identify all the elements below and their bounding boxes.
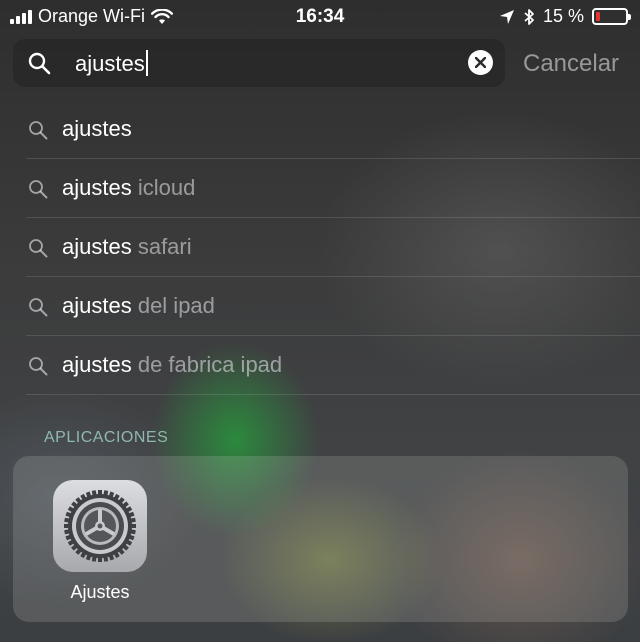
app-label: Ajustes (70, 582, 130, 602)
suggestion-item[interactable]: ajustes icloud (26, 159, 640, 218)
suggestion-text: ajustes (62, 116, 132, 141)
search-icon (29, 121, 48, 140)
battery-percent: 15 % (542, 6, 584, 26)
search-icon (29, 239, 48, 258)
location-arrow-icon (499, 9, 514, 24)
suggestion-text: ajustes safari (62, 234, 192, 259)
cancel-button[interactable]: Cancelar (523, 50, 619, 78)
search-input[interactable]: ajustes (75, 50, 148, 77)
app-ajustes[interactable]: Ajustes (53, 480, 147, 603)
battery-icon (592, 8, 631, 25)
search-field[interactable]: ajustes (13, 39, 505, 87)
status-right: 15 % (499, 6, 631, 27)
suggestion-item[interactable]: ajustes (26, 100, 640, 159)
close-icon (475, 57, 486, 68)
text-cursor (145, 50, 148, 76)
search-query-text: ajustes (75, 51, 145, 76)
battery-fill (596, 12, 600, 21)
applications-card: Ajustes (13, 456, 628, 622)
search-icon (29, 357, 48, 376)
search-icon (28, 52, 51, 75)
search-icon (29, 180, 48, 199)
suggestion-item[interactable]: ajustes del ipad (26, 277, 640, 336)
gear-icon (64, 490, 136, 562)
clear-search-button[interactable] (468, 50, 493, 75)
suggestions-list: ajustes ajustes icloud ajustes safari aj… (0, 100, 640, 395)
suggestion-text: ajustes de fabrica ipad (62, 352, 283, 377)
suggestion-text: ajustes del ipad (62, 293, 215, 318)
settings-gear-icon[interactable] (53, 480, 147, 572)
status-bar: Orange Wi-Fi 16:34 15 % (0, 0, 640, 34)
suggestion-item[interactable]: ajustes safari (26, 218, 640, 277)
section-title-applications: APLICACIONES (44, 429, 169, 446)
suggestion-text: ajustes icloud (62, 175, 196, 200)
search-icon (29, 298, 48, 317)
bluetooth-icon (524, 8, 534, 25)
suggestion-item[interactable]: ajustes de fabrica ipad (26, 336, 640, 395)
